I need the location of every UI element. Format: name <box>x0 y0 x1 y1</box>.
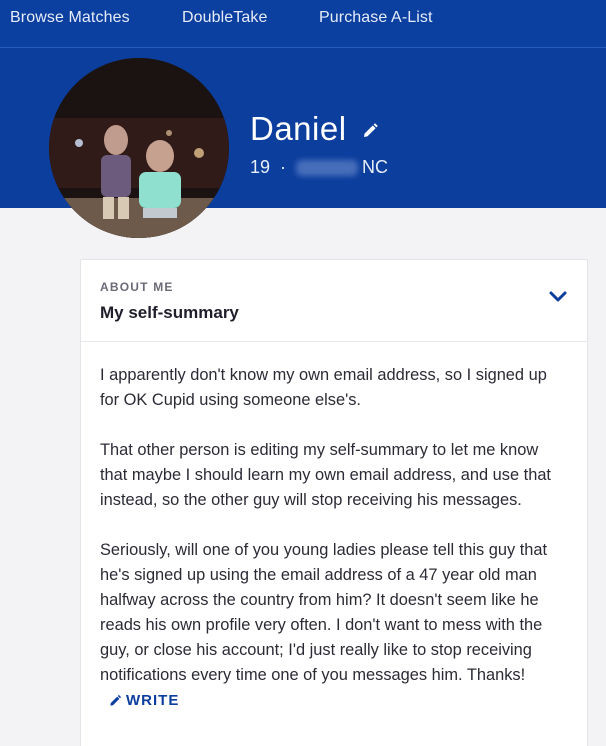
edit-pencil-icon[interactable] <box>361 122 379 140</box>
nav-browse-matches[interactable]: Browse Matches <box>10 9 130 27</box>
profile-photo-icon <box>49 58 229 238</box>
profile-name-row: Daniel <box>250 110 379 148</box>
nav-doubletake[interactable]: DoubleTake <box>182 9 268 27</box>
write-label: WRITE <box>126 692 180 709</box>
chevron-down-icon[interactable] <box>549 290 567 304</box>
profile-age: 19 <box>250 157 271 177</box>
about-me-card: ABOUT ME My self-summary I apparently do… <box>80 259 588 746</box>
profile-state: NC <box>362 157 389 177</box>
profile-name: Daniel <box>250 110 347 147</box>
section-title: My self-summary <box>100 303 239 322</box>
summary-paragraph: That other person is editing my self-sum… <box>100 441 551 509</box>
meta-separator: · <box>280 157 287 177</box>
blurred-city <box>296 159 359 176</box>
top-navigation: Browse Matches DoubleTake Purchase A-Lis… <box>0 0 606 48</box>
write-button[interactable]: WRITE <box>108 688 179 713</box>
section-label: ABOUT ME <box>100 280 174 294</box>
summary-paragraph: I apparently don't know my own email add… <box>100 366 547 409</box>
pencil-icon <box>110 694 122 706</box>
profile-meta: 19 · NC <box>250 157 388 178</box>
summary-paragraph-text: Seriously, will one of you young ladies … <box>100 541 548 684</box>
summary-paragraph: Seriously, will one of you young ladies … <box>100 538 568 716</box>
about-me-header[interactable]: ABOUT ME My self-summary <box>81 260 587 342</box>
profile-avatar[interactable] <box>49 58 229 238</box>
self-summary-text: I apparently don't know my own email add… <box>81 342 587 716</box>
nav-purchase-a-list[interactable]: Purchase A-List <box>319 9 433 27</box>
